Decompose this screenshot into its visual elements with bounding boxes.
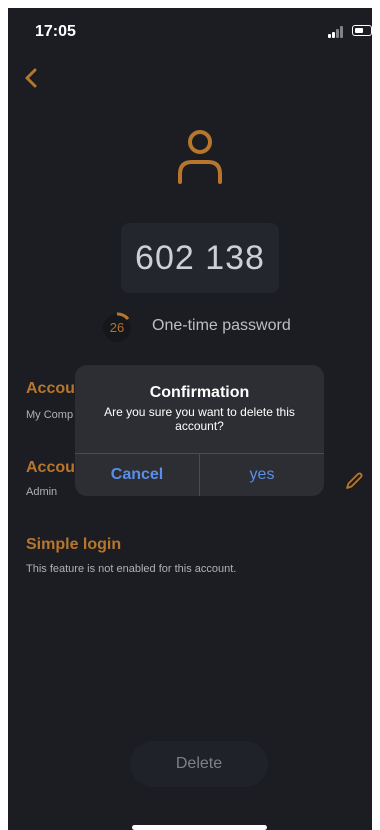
edit-pencil-icon[interactable] bbox=[344, 471, 364, 491]
confirmation-dialog: Confirmation Are you sure you want to de… bbox=[75, 365, 324, 496]
simple-login-title: Simple login bbox=[26, 536, 122, 553]
otp-label: One-time password bbox=[152, 317, 291, 334]
yes-button-label: yes bbox=[249, 466, 275, 483]
simple-login-note: This feature is not enabled for this acc… bbox=[26, 563, 237, 575]
company-section-title: Accou bbox=[26, 380, 75, 397]
role-section-title: Accou bbox=[26, 459, 75, 476]
cancel-button-label: Cancel bbox=[110, 466, 164, 483]
delete-button-label: Delete bbox=[175, 755, 223, 772]
delete-button[interactable]: Delete bbox=[130, 741, 268, 787]
dialog-message: Are you sure you want to delete this acc… bbox=[104, 405, 295, 433]
app-screen: 17:05 602 138 26 One-time password Accou… bbox=[8, 8, 372, 830]
battery-icon bbox=[352, 25, 372, 36]
status-time: 17:05 bbox=[35, 23, 76, 40]
yes-button[interactable]: yes bbox=[200, 454, 324, 496]
otp-code: 602 138 bbox=[135, 238, 265, 277]
signal-icon bbox=[328, 26, 346, 38]
company-value: My Comp bbox=[26, 409, 74, 421]
status-bar: 17:05 bbox=[8, 8, 372, 52]
back-chevron-icon[interactable] bbox=[16, 63, 46, 93]
otp-code-display: 602 138 bbox=[121, 223, 279, 293]
cancel-button[interactable]: Cancel bbox=[75, 454, 199, 496]
otp-countdown: 26 bbox=[109, 320, 125, 335]
dialog-title: Confirmation bbox=[149, 384, 250, 401]
user-icon bbox=[174, 126, 226, 186]
home-indicator[interactable] bbox=[132, 825, 267, 830]
role-value: Admin bbox=[26, 486, 58, 498]
